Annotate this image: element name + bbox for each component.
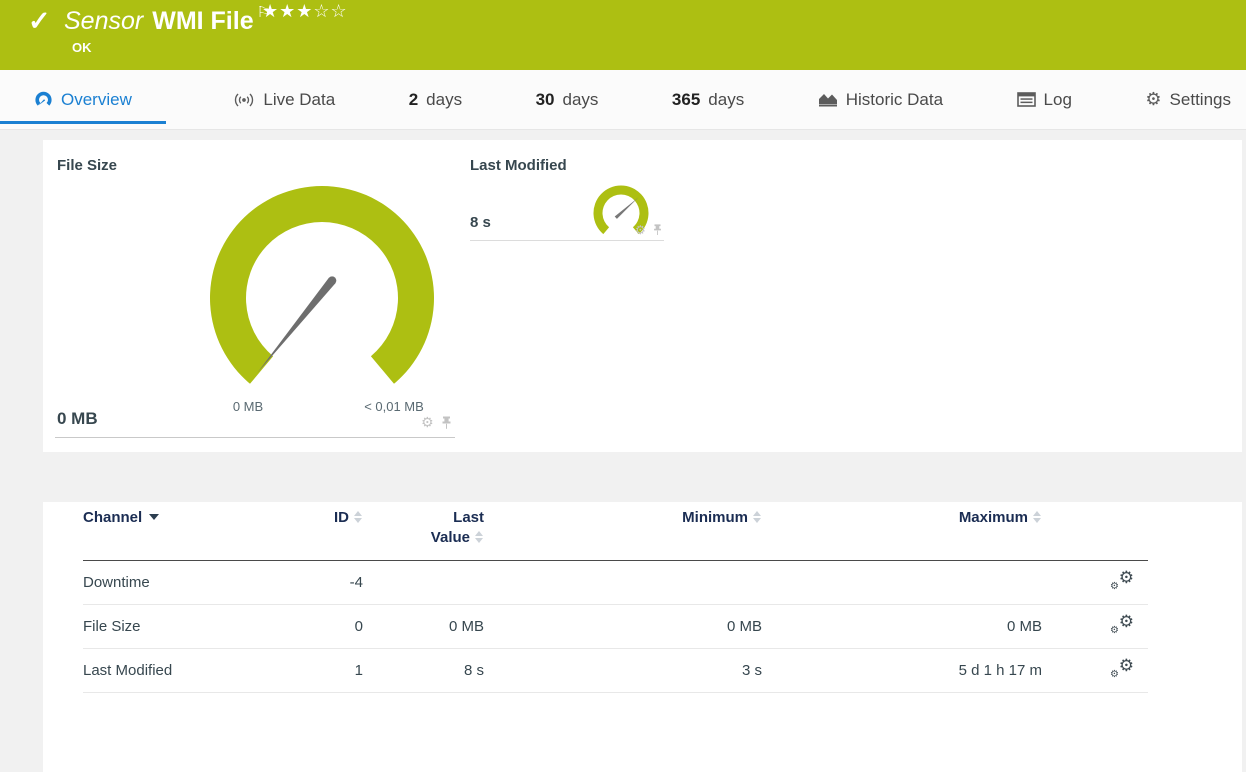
column-header-settings [1042, 508, 1148, 548]
file-size-panel-border [55, 437, 455, 438]
table-row-file-size: File Size 0 0 MB 0 MB 0 MB ⚙ ⚙ [83, 605, 1148, 649]
column-header-last-value[interactable]: Last Value [363, 508, 484, 548]
tab-live-data[interactable]: Live Data [227, 70, 341, 129]
pin-icon[interactable] [441, 416, 452, 430]
column-header-channel-label: Channel [83, 509, 143, 526]
channel-maximum: 5 d 1 h 17 m [958, 662, 1042, 679]
gauges-card: File Size 0 MB < 0,01 MB 0 MB ⚙ Last Mod… [43, 140, 1242, 452]
file-size-gauge-max-label: < 0,01 MB [364, 399, 424, 414]
channel-minimum: 0 MB [726, 618, 762, 635]
tab-365-days-label: days [708, 89, 745, 109]
sort-icon [475, 530, 484, 544]
tab-settings[interactable]: ⚙ Settings [1139, 70, 1237, 129]
channel-settings-gears-icon[interactable]: ⚙ ⚙ [1110, 613, 1134, 636]
sort-desc-icon [149, 514, 160, 520]
tab-historic-data[interactable]: Historic Data [812, 70, 949, 129]
tab-2-days[interactable]: 2 days [403, 70, 468, 129]
panel-gear-icon[interactable]: ⚙ [421, 416, 434, 430]
channel-id: 1 [354, 662, 363, 679]
sort-icon [354, 510, 363, 524]
file-size-panel-icons: ⚙ [421, 416, 452, 430]
gauge-icon [34, 91, 53, 109]
column-header-id-label: ID [334, 509, 349, 526]
tab-30-days-label: days [562, 89, 599, 109]
column-header-minimum-label: Minimum [682, 509, 748, 526]
status-badge: OK [72, 40, 92, 55]
table-row-downtime: Downtime -4 ⚙ ⚙ [83, 561, 1148, 605]
file-size-gauge [210, 186, 434, 384]
column-header-maximum-label: Maximum [958, 509, 1028, 526]
table-row-last-modified: Last Modified 1 8 s 3 s 5 d 1 h 17 m ⚙ ⚙ [83, 649, 1148, 693]
tab-settings-label: Settings [1169, 89, 1231, 109]
tab-bar: Overview Live Data 2 days 30 days 365 da… [0, 70, 1246, 130]
last-modified-current-value: 8 s [470, 214, 491, 231]
sensor-status-header: ✓ Sensor WMI File ⚐ ★★★☆☆ OK [0, 0, 1246, 70]
tab-overview[interactable]: Overview [0, 70, 166, 129]
sort-icon [753, 510, 762, 524]
pin-icon[interactable] [653, 224, 662, 236]
column-header-channel[interactable]: Channel [83, 508, 283, 548]
channel-id: 0 [354, 618, 363, 635]
last-modified-panel-icons: ⚙ [635, 224, 662, 236]
last-modified-panel-title: Last Modified [470, 157, 567, 174]
channel-name: Downtime [83, 574, 150, 591]
tab-2-days-number: 2 [408, 89, 419, 109]
stars-filled: ★★★ [262, 1, 314, 21]
channel-last-value: 0 MB [448, 618, 484, 635]
sensor-title: Sensor WMI File ⚐ [64, 3, 270, 36]
tab-365-days[interactable]: 365 days [666, 70, 750, 129]
column-header-id[interactable]: ID [283, 508, 363, 548]
column-header-maximum[interactable]: Maximum [762, 508, 1042, 548]
last-modified-panel-border [470, 240, 664, 241]
tab-30-days[interactable]: 30 days [530, 70, 605, 129]
tab-overview-label: Overview [61, 89, 132, 109]
column-header-minimum[interactable]: Minimum [484, 508, 762, 548]
area-chart-icon [818, 92, 838, 108]
tab-365-days-number: 365 [671, 89, 701, 109]
channel-settings-gears-icon[interactable]: ⚙ ⚙ [1110, 569, 1134, 592]
tab-live-data-label: Live Data [263, 89, 336, 109]
channel-last-value: 8 s [463, 662, 484, 679]
file-size-current-value: 0 MB [57, 409, 98, 428]
tab-2-days-label: days [426, 89, 463, 109]
tab-historic-data-label: Historic Data [845, 89, 944, 109]
channel-id: -4 [349, 574, 363, 591]
channel-name: File Size [83, 618, 141, 635]
channels-card: Channel ID Last Value Minimum Maximum Do… [43, 502, 1242, 772]
sort-icon [1033, 510, 1042, 524]
tab-log-label: Log [1043, 89, 1072, 109]
live-data-icon [233, 92, 255, 108]
channel-name: Last Modified [83, 662, 173, 679]
priority-stars[interactable]: ★★★☆☆ [262, 1, 348, 22]
panel-gear-icon[interactable]: ⚙ [635, 224, 646, 236]
log-list-icon [1016, 92, 1036, 107]
gear-icon: ⚙ [1145, 88, 1162, 110]
sensor-type-label: Sensor [64, 7, 144, 35]
ok-check-icon: ✓ [28, 6, 51, 36]
channel-maximum: 0 MB [1006, 618, 1042, 635]
tab-30-days-number: 30 [535, 89, 555, 109]
channel-settings-gears-icon[interactable]: ⚙ ⚙ [1110, 657, 1134, 680]
channel-minimum: 3 s [741, 662, 762, 679]
file-size-gauge-min-label: 0 MB [232, 399, 264, 414]
channels-table: Channel ID Last Value Minimum Maximum Do… [83, 502, 1148, 693]
channels-table-header: Channel ID Last Value Minimum Maximum [83, 502, 1148, 561]
stars-empty: ☆☆ [313, 1, 348, 21]
content-area: File Size 0 MB < 0,01 MB 0 MB ⚙ Last Mod… [0, 130, 1246, 772]
sensor-name: WMI File [152, 7, 254, 35]
file-size-panel-title: File Size [57, 157, 118, 174]
tab-log[interactable]: Log [1011, 70, 1078, 129]
